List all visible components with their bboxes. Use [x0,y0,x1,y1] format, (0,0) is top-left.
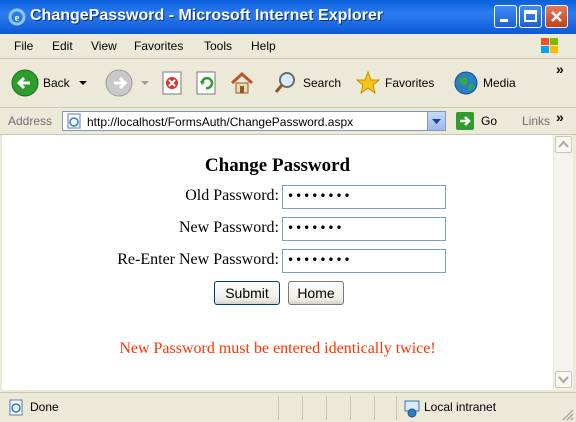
minimize-icon [500,19,508,22]
favorites-label: Favorites [385,76,435,90]
reenter-password-field[interactable]: •••••••• [282,249,446,273]
resize-grip-icon[interactable] [560,407,574,421]
menu-help[interactable]: Help [251,39,276,53]
back-button[interactable]: Back [10,67,90,99]
close-icon [551,11,562,22]
status-divider [350,396,351,420]
address-dropdown-button[interactable] [427,112,445,130]
browser-window: e ChangePassword - Microsoft Internet Ex… [0,0,576,422]
chevron-down-icon [558,376,569,384]
forward-arrow-icon [105,69,133,97]
go-label: Go [481,114,498,128]
links-label[interactable]: Links [522,114,550,128]
old-password-row: Old Password: •••••••• [2,185,553,209]
stop-icon [162,71,182,95]
back-arrow-icon [11,69,39,97]
address-bar: Address http://localhost/FormsAuth/Chang… [0,108,576,135]
scroll-up-button[interactable] [555,136,572,153]
forward-button[interactable] [104,67,152,99]
search-icon [274,72,295,93]
search-label: Search [303,76,342,90]
home-button[interactable]: Home [288,281,344,305]
media-button[interactable]: Media [452,67,516,99]
menu-view[interactable]: View [91,39,117,53]
submit-button[interactable]: Submit [214,281,280,305]
home-toolbar-button[interactable] [228,67,256,99]
address-label: Address [8,114,53,128]
error-message: New Password must be entered identically… [119,340,436,357]
status-divider [278,396,279,420]
menu-edit[interactable]: Edit [52,39,73,53]
stop-button[interactable] [160,67,186,99]
page-content: Change Password Old Password: •••••••• N… [2,135,553,390]
search-button[interactable]: Search [272,67,341,99]
minimize-button[interactable] [494,5,517,28]
favorites-button[interactable]: Favorites [354,67,434,99]
menu-file[interactable]: File [14,39,33,53]
toolbar-overflow-chevron[interactable]: » [556,61,564,77]
reenter-password-row: Re-Enter New Password: •••••••• [2,249,553,273]
chevron-down-icon [432,119,441,124]
old-password-field[interactable]: •••••••• [282,185,446,209]
media-globe-icon [454,71,478,95]
refresh-button[interactable] [194,67,220,99]
address-url: http://localhost/FormsAuth/ChangePasswor… [87,115,354,129]
status-divider [302,396,303,420]
reenter-password-label: Re-Enter New Password: [117,251,279,268]
status-text: Done [30,400,59,414]
scroll-down-button[interactable] [555,371,572,388]
vertical-scrollbar[interactable] [553,135,573,390]
windows-flag-icon [541,38,558,53]
address-input[interactable]: http://localhost/FormsAuth/ChangePasswor… [62,111,446,131]
media-label: Media [483,76,516,90]
back-label: Back [43,76,70,90]
status-divider [374,396,375,420]
page-title: Change Password [204,155,351,176]
links-overflow-chevron[interactable]: » [556,109,564,125]
status-divider [326,396,327,420]
maximize-button[interactable] [519,5,542,28]
page-icon [67,113,81,129]
old-password-label: Old Password: [185,187,279,204]
go-button[interactable]: Go [455,111,497,131]
menu-favorites[interactable]: Favorites [134,39,183,53]
favorites-star-icon [355,70,381,95]
new-password-field[interactable]: ••••••• [282,217,446,241]
maximize-icon [524,10,537,22]
chevron-up-icon [558,140,569,148]
forward-dropdown-icon[interactable] [138,78,152,88]
window-title: ChangePassword - Microsoft Internet Expl… [30,7,383,24]
toolbar: Back Search Favorites Media » [0,59,576,108]
menu-bar: File Edit View Favorites Tools Help [0,34,576,59]
page-done-icon [9,399,23,416]
status-divider [396,396,397,420]
ie-logo-icon: e [8,8,26,26]
home-icon [230,71,254,94]
title-bar[interactable]: e ChangePassword - Microsoft Internet Ex… [0,0,576,34]
svg-text:e: e [15,12,20,24]
new-password-row: New Password: ••••••• [2,217,553,241]
refresh-icon [196,71,216,95]
back-dropdown-icon[interactable] [76,78,90,88]
new-password-label: New Password: [179,219,279,236]
menu-tools[interactable]: Tools [204,39,232,53]
go-arrow-icon [456,112,474,130]
local-intranet-icon [404,400,420,418]
security-zone: Local intranet [424,400,497,414]
close-button[interactable] [545,5,568,28]
status-bar: Done Local intranet [0,392,576,422]
